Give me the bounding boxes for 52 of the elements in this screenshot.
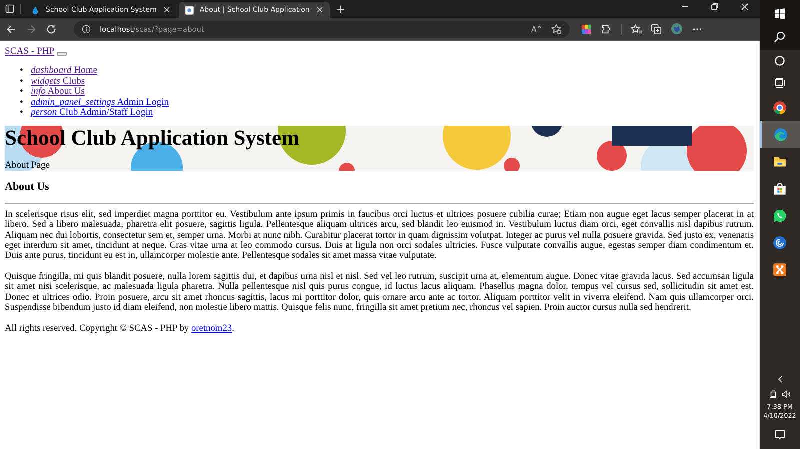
list-bullet: • [20, 66, 24, 77]
shopping-bag-icon [773, 182, 787, 196]
read-aloud-icon[interactable] [531, 24, 542, 34]
circle-icon[interactable] [774, 55, 786, 67]
device-icon[interactable] [769, 390, 778, 399]
section-heading: About Us [5, 182, 50, 193]
forward-icon[interactable] [26, 24, 37, 34]
back-icon[interactable] [6, 24, 17, 34]
page-icon [184, 6, 194, 14]
menu-toggle-button[interactable] [56, 52, 67, 56]
favorites-icon[interactable] [631, 24, 642, 34]
list-bullet: • [20, 98, 24, 108]
windows-logo-icon[interactable] [774, 8, 786, 20]
droplet-icon [31, 6, 40, 14]
nav-link[interactable]: dashboard Home [31, 65, 98, 76]
favorite-icon[interactable] [551, 24, 562, 34]
folder-icon [773, 154, 787, 168]
speaker-icon[interactable] [782, 390, 791, 399]
profile-icon[interactable] [671, 23, 683, 35]
nav-link[interactable]: person Club Admin/Staff Login [31, 107, 154, 118]
new-tab-icon[interactable] [336, 5, 345, 14]
tab-actions-icon[interactable] [5, 4, 15, 14]
nav-link[interactable]: admin_panel_settings Admin Login [31, 96, 170, 108]
list-bullet: • [20, 108, 24, 118]
palette-icon[interactable] [581, 24, 592, 34]
nav-link[interactable]: widgets Clubs [31, 76, 86, 87]
body-paragraph: Quisque fringilla, mi quis blandit posuere, nulla lorem sagittis dui, et dapibus urna nisl et nisl. Sed vel leo rutrum, suscipit urna at, elementum augue. Donec vitae gravida lacus. Sed accumsan ligula sit amet nisi scelerisque, ac malesuada ligula pharetra. Nulla pellentesque nisl quis purus congue, id luctus lacus aliquam. Phasellus magna dolor, tempus vel cursus sed, sollicitudin sit amet est. Donec et ultrices odio. Proin posuere, arcu sit amet rhoncus sagittis, lacus mi porttitor dolor, quis ornare arcu ante ac tortor. Aliquam porttitor velit in viverra eleifend. Nam quis ullamcorper orci. Suspendisse bibendum justo id diam eleifend, non molestie libero mattis. Quisque felis nunc, fringilla sit amet pretium nec, rhoncus vel sapien. Proin auctor cursus nulla sed hendrerit. [5, 272, 754, 314]
puzzle-icon[interactable] [601, 24, 612, 34]
close-icon[interactable] [316, 6, 324, 14]
notifications-icon[interactable] [774, 429, 786, 441]
close-icon[interactable] [162, 6, 171, 14]
collections-icon[interactable] [651, 24, 662, 34]
footer-text: All rights reserved. Copyright © SCAS - PHP by oretnom23. [5, 324, 236, 334]
author-link[interactable]: oretnom23 [191, 324, 232, 334]
list-bullet: • [20, 76, 24, 88]
swirl-icon [774, 128, 788, 142]
refresh-icon[interactable] [46, 24, 57, 34]
chevron-icon[interactable] [776, 375, 784, 384]
chrome-icon [773, 100, 787, 114]
body-paragraph: In scelerisque risus elit, sed imperdiet magna porttitor eu. Vestibulum ante ipsum primis in faucibus orci luctus et ultrices posuere cubilia curae; Etiam non augue eget lacus semper placerat in at libero. Sed a libero malesuada, pharetra elit posuere, sagittis ligula. Pellentesque aliquam ultrices arcu, sed blandit leo euismod in. Vestibulum luctus diam orci, eget convallis nisl dapibus rutrum. Aliquam nec dui lobortis, consectetur sem et, semper urna. Morbi at nunc nibh. Curabitur placerat tortor in quam dignissim volutpat. Integer ac purus vel nulla posuere gravida. Sed justo ex, venenatis eget interdum sit amet, tincidunt at neque. Cras vitae urna at leo commodo cursus. Duis at ligula non orci sodales ultricies. Fusce vulputate convallis augue, egestas semper diam condimentum et. Duis ante purus, tincidunt eu est in, ullamcorper molestie ante. Pellentesque sodales sit amet massa vitae vulputate. [5, 210, 754, 262]
page-subtitle: About Page [5, 160, 52, 172]
restore-icon[interactable] [710, 2, 720, 12]
task-view-icon[interactable] [774, 77, 786, 89]
chat-bubble-icon [773, 208, 787, 222]
nav-link[interactable]: info About Us [31, 86, 85, 98]
search-icon[interactable] [774, 30, 786, 42]
brand-link[interactable]: SCAS - PHP [5, 47, 55, 58]
close-icon[interactable] [740, 2, 750, 12]
info-icon[interactable] [82, 24, 91, 34]
x-logo-icon [773, 262, 787, 276]
list-bullet: • [20, 87, 24, 98]
spiral-icon [773, 236, 787, 250]
